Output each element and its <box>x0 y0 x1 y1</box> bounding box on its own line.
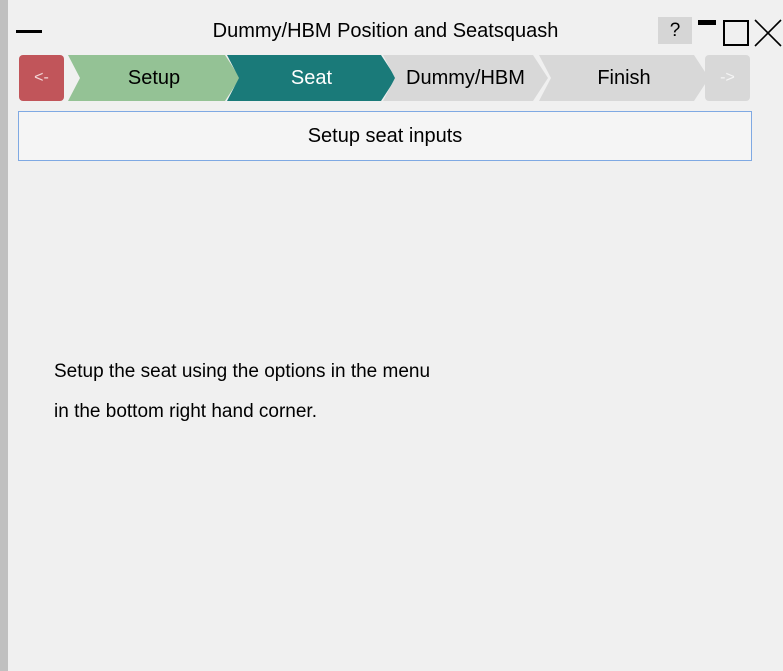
wizard-steps: <- Setup Seat Dummy/HBM Finish -> <box>19 55 783 101</box>
back-button[interactable]: <- <box>19 55 64 101</box>
step-seat[interactable]: Seat <box>227 55 396 101</box>
step-seat-label: Seat <box>290 67 333 89</box>
step-setup-label: Setup <box>127 67 181 89</box>
instruction-line-2: in the bottom right hand corner. <box>54 401 317 422</box>
minimize-icon[interactable] <box>698 20 716 25</box>
instruction-message: Setup the seat using the options in the … <box>54 352 430 432</box>
wizard-window: Dummy/HBM Position and Seatsquash ? <- S… <box>0 0 783 671</box>
close-icon[interactable] <box>752 18 783 48</box>
step-finish[interactable]: Finish <box>539 55 709 101</box>
step-dummy-hbm-label: Dummy/HBM <box>406 67 525 89</box>
step-dummy-hbm[interactable]: Dummy/HBM <box>383 55 548 101</box>
step-finish-label: Finish <box>597 67 651 89</box>
help-button[interactable]: ? <box>658 17 692 44</box>
forward-button[interactable]: -> <box>705 55 750 101</box>
title-bar: Dummy/HBM Position and Seatsquash ? <box>8 0 783 48</box>
instruction-line-1: Setup the seat using the options in the … <box>54 361 431 382</box>
step-setup[interactable]: Setup <box>68 55 240 101</box>
section-title: Setup seat inputs <box>18 111 752 161</box>
maximize-icon[interactable] <box>723 20 749 46</box>
